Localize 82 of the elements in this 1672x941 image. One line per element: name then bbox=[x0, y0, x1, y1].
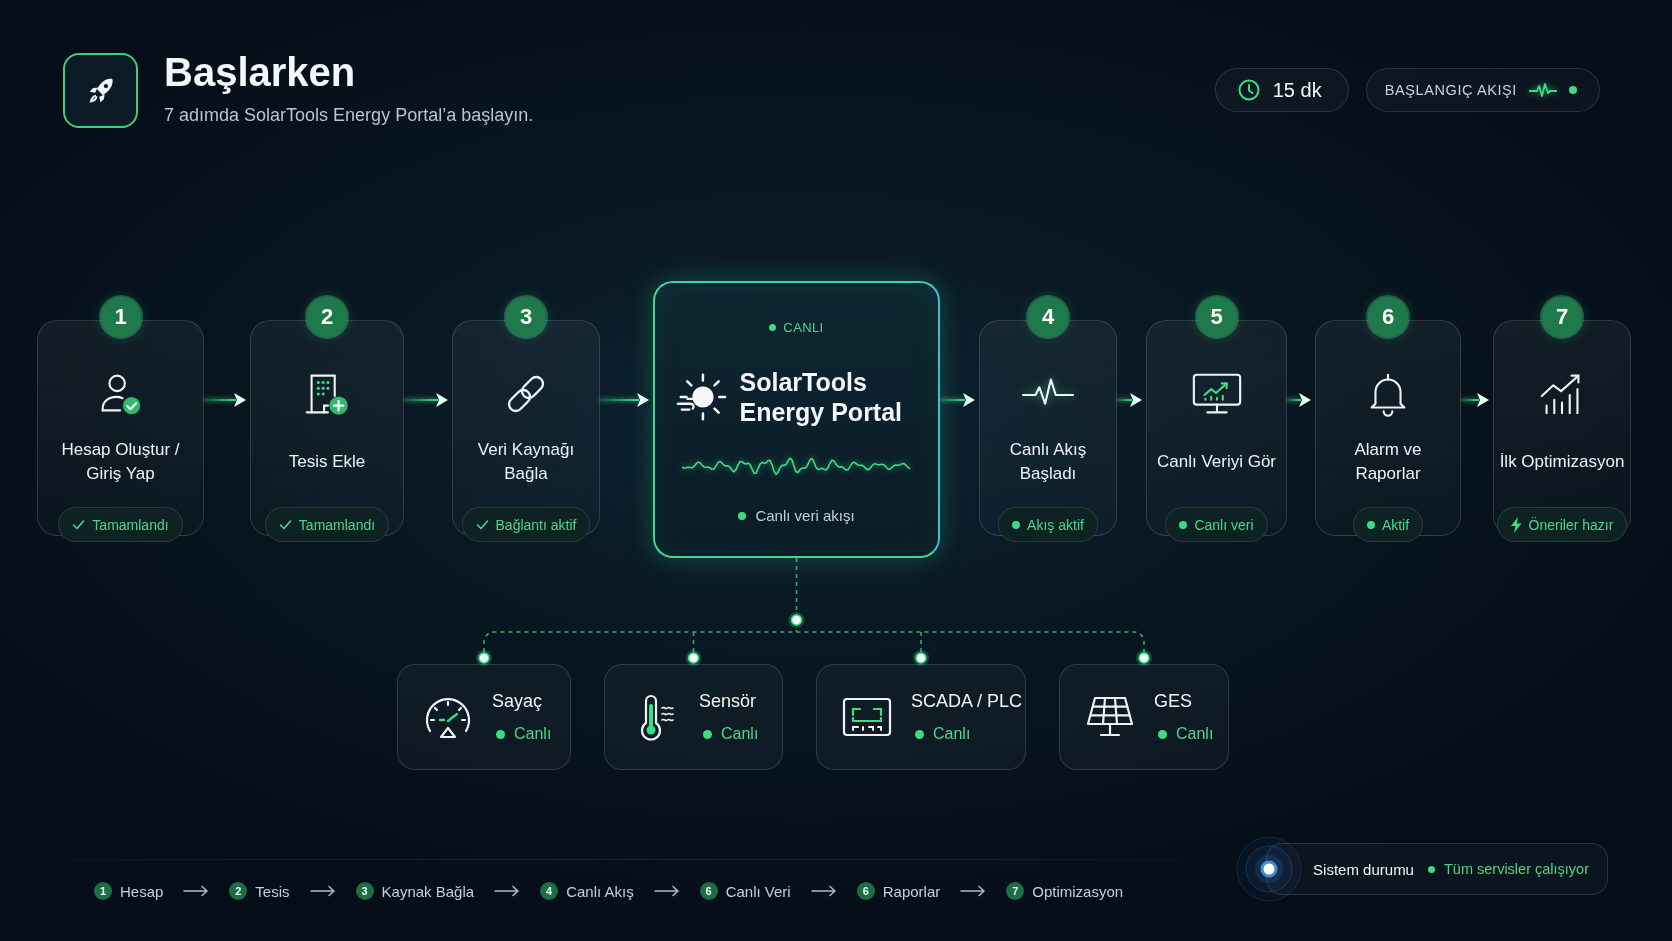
step-number: 6 bbox=[856, 882, 875, 900]
progress-label: Canlı Veri bbox=[725, 882, 791, 900]
check-icon bbox=[475, 518, 489, 531]
step-number: 4 bbox=[1028, 297, 1068, 337]
pulse-icon bbox=[1529, 83, 1557, 97]
flow-label: BAŞLANGIÇ AKIŞI bbox=[1384, 82, 1517, 98]
bolt-icon bbox=[1510, 516, 1522, 533]
check-icon bbox=[72, 518, 86, 531]
duration-text: 15 dk bbox=[1272, 78, 1322, 102]
clock-icon bbox=[1237, 79, 1260, 101]
source-name: Sayaç bbox=[492, 691, 543, 712]
junction-dot-icon bbox=[476, 650, 492, 666]
status-dot-icon bbox=[1012, 520, 1021, 529]
step-number: 6 bbox=[1368, 297, 1408, 337]
status-label: Akış aktif bbox=[1027, 516, 1084, 533]
status-dot-icon bbox=[1366, 520, 1375, 529]
status-label: Öneriler hazır bbox=[1528, 516, 1614, 533]
status-dot-icon bbox=[1427, 865, 1435, 873]
progress-label: Optimizasyon bbox=[1032, 882, 1124, 900]
status-label: Tamamlandı bbox=[92, 516, 169, 533]
step-number: 3 bbox=[355, 882, 374, 900]
source-status: Canlı bbox=[933, 725, 971, 743]
source-status: Canlı bbox=[514, 725, 552, 743]
source-name: Sensör bbox=[699, 691, 757, 712]
junction-dot-icon bbox=[685, 650, 702, 666]
status-dot-icon bbox=[1158, 729, 1167, 739]
check-icon bbox=[278, 518, 292, 531]
status-label: Bağlantı aktif bbox=[495, 516, 577, 533]
arrow-icon bbox=[309, 885, 336, 897]
live-label: CANLI bbox=[783, 319, 824, 335]
status-label: Aktif bbox=[1381, 516, 1410, 533]
page-title: Başlarken bbox=[164, 49, 357, 95]
arrow-icon bbox=[810, 885, 837, 897]
portal-title: SolarTools Energy Portal bbox=[739, 367, 904, 427]
status-dot-icon bbox=[769, 323, 777, 331]
step-title: Canlı Akış Başladı bbox=[1008, 439, 1088, 485]
status-dot-icon bbox=[703, 729, 712, 739]
source-status: Canlı bbox=[721, 725, 759, 743]
system-status-text: Tüm servisler çalışıyor bbox=[1443, 861, 1589, 877]
step-number: 3 bbox=[506, 297, 546, 337]
step-title: Hesap Oluştur / Giriş Yap bbox=[60, 439, 181, 485]
system-status-label: Sistem durumu bbox=[1313, 860, 1414, 878]
status-dot-icon bbox=[1179, 520, 1188, 529]
progress-label: Raporlar bbox=[882, 882, 941, 900]
radar-icon bbox=[1236, 836, 1303, 902]
status-dot-icon bbox=[915, 729, 924, 739]
progress-label: Kaynak Bağla bbox=[381, 882, 475, 900]
progress-label: Hesap bbox=[120, 882, 164, 900]
status-label: Canlı veri bbox=[1194, 516, 1254, 533]
rocket-icon bbox=[63, 53, 138, 128]
step-number: 7 bbox=[1542, 297, 1582, 337]
stream-label: Canlı veri akışı bbox=[755, 507, 855, 524]
step-number: 2 bbox=[307, 297, 347, 337]
arrow-icon bbox=[494, 885, 521, 897]
step-title: Alarm ve Raporlar bbox=[1353, 439, 1423, 485]
step-title: İlk Optimizasyon bbox=[1499, 451, 1625, 473]
step-number: 4 bbox=[540, 882, 559, 900]
arrow-icon bbox=[183, 885, 210, 897]
junction-dot-icon bbox=[913, 650, 929, 666]
step-number: 6 bbox=[699, 882, 718, 900]
step-number: 7 bbox=[1006, 882, 1025, 900]
source-status: Canlı bbox=[1176, 725, 1214, 743]
arrow-icon bbox=[653, 885, 680, 897]
source-name: SCADA / PLC bbox=[911, 691, 1023, 712]
progress-label: Canlı Akış bbox=[566, 882, 634, 900]
status-label: Tamamlandı bbox=[298, 516, 376, 533]
status-dot-icon bbox=[496, 729, 505, 739]
status-dot-icon bbox=[1569, 86, 1577, 94]
step-title: Veri Kaynağı Bağla bbox=[476, 439, 576, 485]
step-number: 1 bbox=[94, 882, 112, 900]
page-subtitle: 7 adımda SolarTools Energy Portal’a başlayın. bbox=[164, 104, 534, 126]
arrow-icon bbox=[960, 885, 987, 897]
step-number: 5 bbox=[1196, 297, 1237, 337]
junction-dot-icon bbox=[1136, 650, 1152, 666]
source-name: GES bbox=[1154, 691, 1192, 712]
progress-label: Tesis bbox=[255, 882, 290, 900]
step-title: Canlı Veriyi Gör bbox=[1156, 451, 1276, 473]
status-dot-icon bbox=[738, 511, 747, 520]
junction-dot-icon bbox=[788, 612, 805, 628]
step-number: 1 bbox=[100, 297, 141, 337]
step-title: Tesis Ekle bbox=[288, 451, 366, 473]
step-number: 2 bbox=[229, 882, 248, 900]
